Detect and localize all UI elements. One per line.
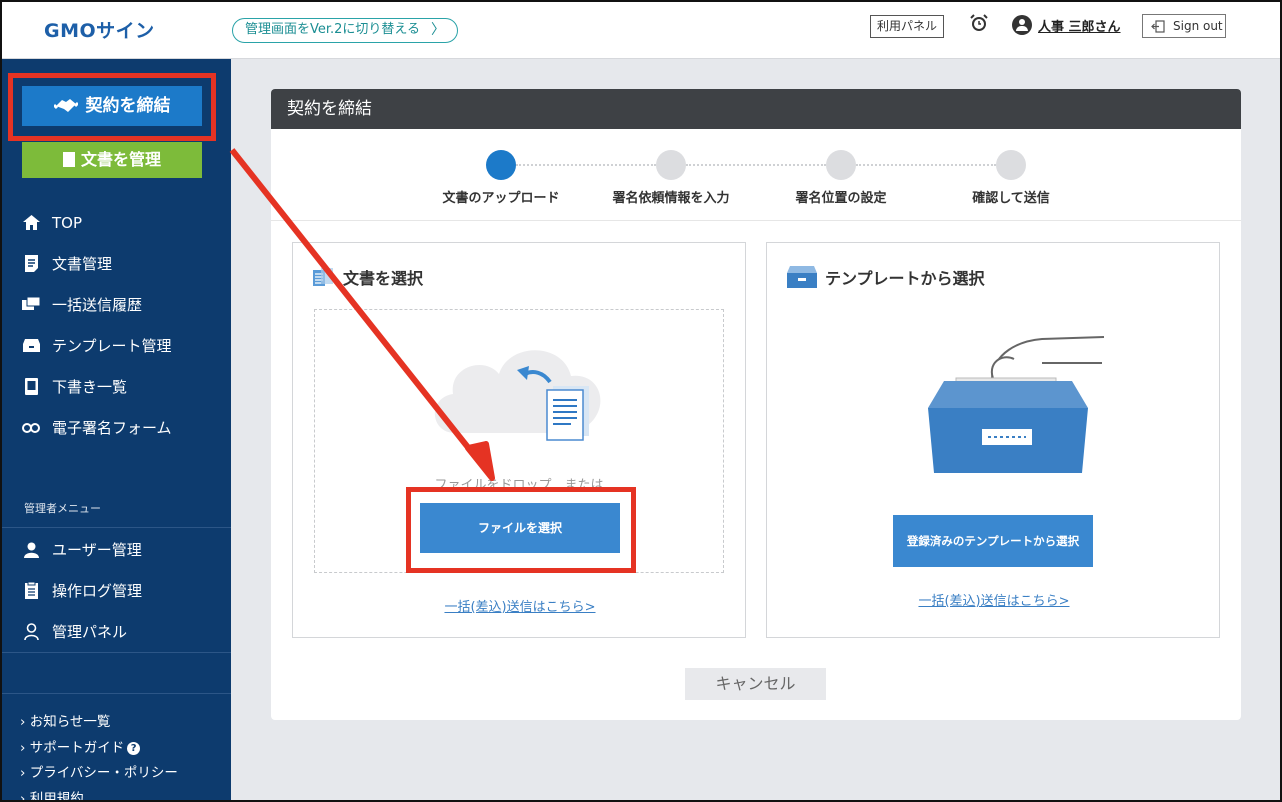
link-icon	[22, 419, 40, 437]
signout-button[interactable]: Sign out	[1142, 14, 1226, 38]
step-connector	[686, 164, 826, 166]
nav-label: 管理パネル	[52, 623, 128, 641]
step-connector	[516, 164, 656, 166]
draft-icon	[22, 378, 40, 396]
nav-label: 一括送信履歴	[52, 296, 143, 314]
template-filebox-illustration	[928, 336, 1105, 473]
step-dot	[996, 150, 1026, 180]
user-avatar-icon	[1012, 15, 1032, 35]
nav-item-bulk-send-history[interactable]: 一括送信履歴	[2, 284, 231, 325]
upload-document-panel: 文書を選択 ファイルをドロップ または ファイルを選択 一括(差込)送信はこちら…	[292, 242, 746, 638]
panel-icon	[22, 623, 40, 641]
select-registered-template-button[interactable]: 登録済みのテンプレートから選択	[893, 515, 1093, 567]
version-switch-label: 管理画面をVer.2に切り替える	[245, 22, 421, 37]
document-icon	[62, 152, 75, 167]
upload-panel-title: 文書を選択	[313, 265, 423, 289]
admin-menu-title: 管理者メニュー	[24, 502, 101, 515]
step-dot	[826, 150, 856, 180]
contract-card: 契約を締結 文書のアップロード 署名依頼情報を入力 署名位置の設定 確認して送信…	[271, 89, 1241, 720]
nav-label: 操作ログ管理	[52, 582, 143, 600]
template-select-panel: テンプレートから選択 登録済みのテンプレートから選択 一括(差込)送信はこちら>	[766, 242, 1220, 638]
sidebar-footer-links: › お知らせ一覧 › サポートガイド? › プライバシー・ポリシー › 利用規約	[20, 710, 178, 802]
user-icon	[22, 541, 40, 559]
help-icon: ?	[127, 741, 141, 755]
template-panel-title: テンプレートから選択	[787, 265, 985, 289]
log-icon	[22, 582, 40, 600]
bulk-send-icon	[22, 296, 40, 314]
nav-item-user-management[interactable]: ユーザー管理	[2, 529, 231, 570]
step-label: 確認して送信	[972, 191, 1050, 206]
nav-item-operation-log[interactable]: 操作ログ管理	[2, 570, 231, 611]
usage-panel-button[interactable]: 利用パネル	[870, 15, 944, 38]
nav-item-e-signature-form[interactable]: 電子署名フォーム	[2, 407, 231, 448]
document-list-icon	[313, 268, 333, 286]
footer-link-label: プライバシー・ポリシー	[29, 765, 178, 781]
nav-label: TOP	[52, 213, 83, 232]
bulk-send-link[interactable]: 一括(差込)送信はこちら>	[293, 596, 747, 615]
footer-link-support-guide[interactable]: › サポートガイド?	[20, 736, 178, 762]
admin-nav: ユーザー管理 操作ログ管理 管理パネル	[2, 529, 231, 652]
file-box-icon	[787, 266, 817, 288]
alarm-clock-icon[interactable]	[968, 12, 990, 34]
chevron-right-icon: 〉	[431, 22, 445, 38]
manage-documents-label: 文書を管理	[80, 150, 161, 169]
nav-label: 下書き一覧	[52, 378, 128, 396]
template-panel-title-text: テンプレートから選択	[825, 269, 985, 288]
step-dot-active	[486, 150, 516, 180]
sidebar: 契約を締結 文書を管理 TOP 文書管理 一括送信履歴 テンプレート管理 下書き…	[2, 59, 231, 802]
app-logo[interactable]: GMOサイン	[44, 16, 155, 43]
user-name-link[interactable]: 人事 三郎さん	[1038, 16, 1121, 35]
annotation-highlight-box	[406, 487, 636, 573]
sidebar-divider	[2, 652, 231, 653]
sidebar-divider	[2, 693, 231, 694]
bulk-send-link[interactable]: 一括(差込)送信はこちら>	[767, 590, 1221, 609]
cloud-upload-icon	[434, 350, 601, 441]
step-connector	[856, 164, 996, 166]
nav-label: 文書管理	[52, 255, 113, 273]
footer-link-label: サポートガイド	[29, 739, 125, 756]
nav-label: ユーザー管理	[52, 541, 142, 559]
footer-link-terms[interactable]: › 利用規約	[20, 787, 178, 802]
nav-item-top[interactable]: TOP	[2, 202, 231, 243]
footer-link-privacy[interactable]: › プライバシー・ポリシー	[20, 761, 178, 787]
nav-label: 電子署名フォーム	[52, 419, 172, 437]
step-label: 署名位置の設定	[795, 191, 887, 206]
nav-label: テンプレート管理	[52, 337, 172, 355]
progress-steps: 文書のアップロード 署名依頼情報を入力 署名位置の設定 確認して送信	[271, 129, 1241, 221]
nav-item-documents[interactable]: 文書管理	[2, 243, 231, 284]
footer-link-label: 利用規約	[29, 790, 84, 802]
step-label: 文書のアップロード	[442, 191, 560, 206]
annotation-highlight-box	[8, 73, 216, 141]
upload-panel-title-text: 文書を選択	[343, 269, 424, 288]
signout-label: Sign out	[1173, 19, 1223, 33]
footer-link-label: お知らせ一覧	[29, 714, 111, 730]
step-dot	[656, 150, 686, 180]
step-label: 署名依頼情報を入力	[612, 191, 730, 206]
home-icon	[22, 214, 40, 232]
signout-icon	[1151, 20, 1165, 33]
document-icon	[22, 255, 40, 273]
footer-link-news[interactable]: › お知らせ一覧	[20, 710, 178, 736]
top-header: GMOサイン 管理画面をVer.2に切り替える 〉 利用パネル 人事 三郎さん …	[0, 0, 1282, 59]
nav-item-admin-panel[interactable]: 管理パネル	[2, 611, 231, 652]
nav-item-template-management[interactable]: テンプレート管理	[2, 325, 231, 366]
card-title: 契約を締結	[271, 89, 1241, 129]
sidebar-divider	[2, 527, 231, 528]
main-nav: TOP 文書管理 一括送信履歴 テンプレート管理 下書き一覧 電子署名フォーム	[2, 202, 231, 448]
nav-item-drafts[interactable]: 下書き一覧	[2, 366, 231, 407]
version-switch-button[interactable]: 管理画面をVer.2に切り替える 〉	[232, 18, 458, 43]
cancel-button[interactable]: キャンセル	[685, 668, 826, 700]
manage-documents-button[interactable]: 文書を管理	[22, 142, 202, 178]
template-icon	[22, 337, 40, 355]
